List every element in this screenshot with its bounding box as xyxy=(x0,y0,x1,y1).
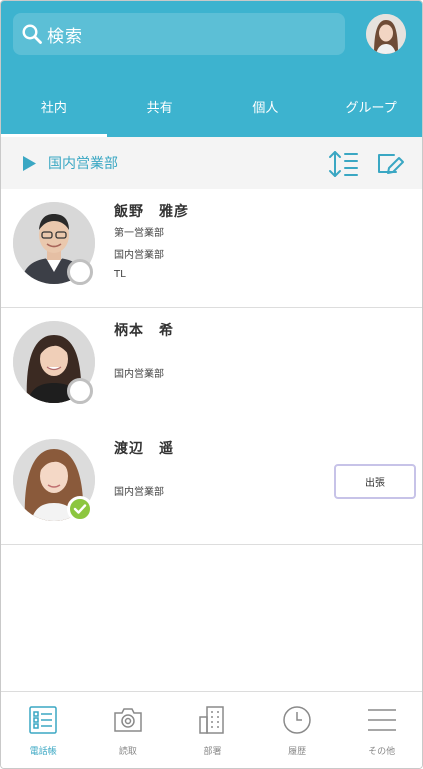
tab-shared[interactable]: 共有 xyxy=(107,75,213,137)
nav-scan[interactable]: 読取 xyxy=(86,692,171,768)
header: 検索 社内 共有 個人 グループ xyxy=(1,1,422,137)
tab-label: 個人 xyxy=(252,100,279,116)
bottom-navigation: 電話帳 読取 部署 履歴 その他 xyxy=(1,691,422,768)
search-placeholder: 検索 xyxy=(47,26,83,47)
contact-name: 渡辺 遥 xyxy=(114,441,174,457)
clock-icon xyxy=(283,706,311,734)
nav-label: 電話帳 xyxy=(29,747,57,757)
contact-row[interactable]: 柄本 希 国内営業部 xyxy=(1,308,422,427)
search-icon xyxy=(22,24,42,44)
department-bar[interactable]: 国内営業部 xyxy=(1,137,422,189)
nav-history[interactable]: 履歴 xyxy=(255,692,340,768)
nav-label: その他 xyxy=(368,747,396,757)
contact-row[interactable]: 渡辺 遥 国内営業部 出張 xyxy=(1,426,422,545)
tab-group[interactable]: グループ xyxy=(318,75,422,137)
play-icon xyxy=(23,155,36,171)
tab-internal[interactable]: 社内 xyxy=(1,75,107,137)
department-name: 国内営業部 xyxy=(48,156,118,172)
app-screen: 検索 社内 共有 個人 グループ 国内営業部 飯野 雅彦 第一営業部 国内営業部… xyxy=(0,0,423,769)
contact-division: 国内営業部 xyxy=(114,487,164,498)
nav-more[interactable]: その他 xyxy=(339,692,422,768)
user-avatar[interactable] xyxy=(366,14,406,54)
phonebook-icon xyxy=(29,706,58,734)
status-indicator-available xyxy=(67,496,93,522)
search-box[interactable]: 検索 xyxy=(13,13,345,55)
camera-icon xyxy=(114,708,142,732)
nav-phonebook[interactable]: 電話帳 xyxy=(1,692,86,768)
contact-division: 国内営業部 xyxy=(114,250,164,261)
tab-label: 共有 xyxy=(146,100,173,116)
contact-name: 柄本 希 xyxy=(114,323,174,339)
nav-department[interactable]: 部署 xyxy=(170,692,255,768)
contact-division: 国内営業部 xyxy=(114,369,164,380)
menu-icon xyxy=(367,709,396,731)
edit-icon[interactable] xyxy=(377,152,405,176)
check-icon xyxy=(73,504,87,514)
tab-bar: 社内 共有 個人 グループ xyxy=(1,75,422,137)
status-badge[interactable]: 出張 xyxy=(334,464,416,499)
contact-row[interactable]: 飯野 雅彦 第一営業部 国内営業部 TL xyxy=(1,189,422,308)
status-indicator-offline xyxy=(67,378,93,404)
contact-title: TL xyxy=(114,269,126,280)
tab-label: グループ xyxy=(345,100,397,116)
nav-label: 読取 xyxy=(118,747,137,757)
building-icon xyxy=(199,706,225,734)
nav-label: 部署 xyxy=(203,747,222,757)
tab-label: 社内 xyxy=(40,100,67,116)
sort-icon[interactable] xyxy=(328,150,358,178)
contact-name: 飯野 雅彦 xyxy=(114,204,189,220)
status-indicator-offline xyxy=(67,259,93,285)
tab-personal[interactable]: 個人 xyxy=(213,75,319,137)
nav-label: 履歴 xyxy=(288,747,307,757)
contact-department: 第一営業部 xyxy=(114,228,164,239)
